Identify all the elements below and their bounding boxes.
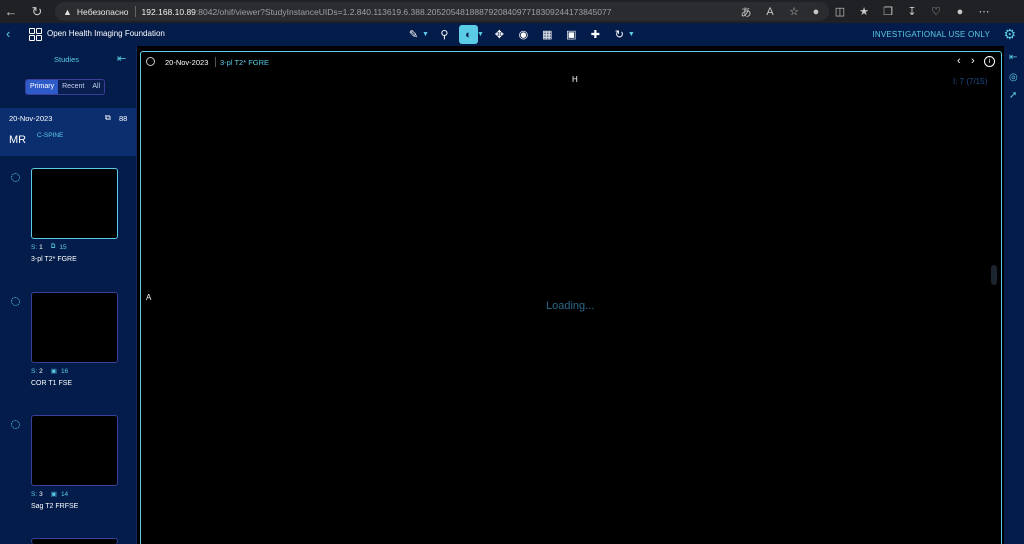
url-path: :8042/ohif/viewer?StudyInstanceUIDs=1.2.… — [195, 6, 612, 17]
tab-all[interactable]: All — [88, 80, 105, 94]
warning-icon[interactable]: ▲ — [63, 7, 72, 17]
window-level-icon[interactable]: ◐ — [458, 25, 478, 44]
investigational-label: INVESTIGATIONAL USE ONLY — [872, 30, 990, 39]
crosshair-icon[interactable]: ✚ — [586, 25, 605, 44]
chevron-down-icon[interactable]: ▼ — [628, 31, 635, 38]
series-s-label: S: — [31, 367, 38, 375]
downloads-icon[interactable]: ↧ — [900, 0, 924, 23]
study-item[interactable]: 20-Nov-2023 ⧉ 88 MR C-SPINE — [0, 108, 136, 156]
pan-move-icon[interactable]: ✥ — [490, 25, 509, 44]
viewport-series-description: 3-pl T2* FGRE — [220, 58, 270, 67]
favorite-star-icon[interactable]: ☆ — [782, 0, 806, 23]
address-separator — [134, 6, 136, 17]
study-description: C-SPINE — [37, 132, 64, 139]
viewport-date: 20-Nov-2023 — [165, 58, 209, 67]
series-thumbnail[interactable] — [31, 168, 118, 239]
series-number: 1 — [39, 243, 43, 251]
series-name: Sag T2 FRFSE — [31, 503, 79, 510]
orientation-marker-left: A — [146, 293, 152, 302]
series-thumbnail[interactable] — [31, 292, 118, 363]
viewer-toolbar: ✎ ▼ ⚲ ◐ ▼ ✥ ◉ ▦ ▣ ✚ ↻ ▼ — [404, 23, 641, 46]
app-header: ‹ Open Health Imaging Foundation ✎ ▼ ⚲ ◐… — [0, 23, 1024, 46]
series-instance-count: 16 — [60, 367, 69, 375]
series-instance-count: 14 — [60, 490, 69, 498]
studies-panel: Studies ⇤ Primary Recent All 20-Nov-2023… — [0, 46, 137, 544]
address-bar-actions: あ A ☆ — [734, 0, 806, 23]
loading-spinner-icon — [11, 173, 20, 182]
zoom-magnifier-icon[interactable]: ⚲ — [435, 25, 454, 44]
read-aloud-icon[interactable]: A — [758, 0, 782, 23]
right-panel-strip: ⇤ ◎ ➚ — [1004, 46, 1024, 544]
url-host: 192.168.10.89 — [141, 6, 196, 17]
loading-spinner-icon — [11, 297, 20, 306]
series-meta: S: 2 ▣ 16 — [31, 367, 69, 376]
brand-title: Open Health Imaging Foundation — [47, 29, 165, 38]
loading-spinner-icon — [11, 420, 20, 429]
viewport-status-icon — [146, 57, 155, 66]
collapse-left-icon[interactable]: ⇤ — [117, 52, 126, 65]
series-thumbnail[interactable] — [31, 415, 118, 486]
back-arrow-icon[interactable]: ← — [0, 0, 22, 23]
reload-icon[interactable]: ↻ — [26, 0, 48, 23]
series-s-label: S: — [31, 243, 38, 251]
annotate-pencil-icon[interactable]: ✎ — [404, 25, 423, 44]
series-meta: S: 1 ⧉ 15 — [31, 243, 67, 251]
volume-cube-icon: ▣ — [50, 491, 57, 498]
study-count: 88 — [119, 114, 128, 123]
measurement-icon[interactable]: ➚ — [1009, 90, 1017, 101]
instances-stack-icon: ⧉ — [105, 113, 111, 122]
collections-icon[interactable]: ❐ — [876, 0, 900, 23]
camera-capture-icon[interactable]: ◉ — [514, 25, 533, 44]
split-screen-icon[interactable]: ◫ — [828, 0, 852, 23]
expand-right-icon[interactable]: ⇤ — [1009, 52, 1017, 63]
series-name: COR T1 FSE — [31, 380, 73, 387]
loading-text: Loading... — [546, 300, 595, 312]
study-tabs: Primary Recent All — [25, 79, 106, 95]
orientation-marker-top: H — [572, 75, 578, 84]
gear-icon[interactable]: ⚙ — [1003, 26, 1016, 43]
avatar-icon[interactable]: ● — [948, 0, 972, 23]
series-number: 2 — [39, 367, 43, 375]
chevron-left-icon[interactable]: ‹ — [6, 26, 10, 41]
tab-recent[interactable]: Recent — [58, 80, 89, 94]
3d-cube-icon[interactable]: ▣ — [562, 25, 581, 44]
chevron-down-icon[interactable]: ▼ — [477, 31, 484, 38]
viewport-scrollbar[interactable] — [991, 265, 997, 285]
series-item[interactable]: S: 1 ⧉ 15 3-pl T2* FGRE — [0, 168, 137, 278]
study-modality: MR — [9, 134, 27, 146]
chevron-down-icon[interactable]: ▼ — [422, 31, 429, 38]
series-item[interactable]: S: 2 ▣ 16 COR T1 FSE — [0, 292, 137, 402]
chevron-left-icon[interactable]: ‹ — [957, 55, 961, 67]
series-meta: S: 3 ▣ 14 — [31, 490, 69, 499]
series-name: 3-pl T2* FGRE — [31, 256, 77, 263]
insecure-label[interactable]: Небезопасно — [77, 7, 129, 17]
tab-primary[interactable]: Primary — [26, 80, 59, 94]
translate-icon[interactable]: あ — [734, 0, 758, 23]
image-index: I: 7 (7/15) — [953, 77, 988, 86]
viewport-divider — [215, 57, 216, 67]
series-item[interactable]: S: 3 ▣ 14 Sag T2 FRFSE — [0, 415, 137, 525]
series-s-label: S: — [31, 490, 38, 498]
chevron-right-icon[interactable]: › — [971, 55, 975, 67]
layout-grid-icon[interactable]: ▦ — [538, 25, 557, 44]
reset-rotate-icon[interactable]: ↻ — [610, 25, 629, 44]
viewport[interactable]: 20-Nov-2023 3-pl T2* FGRE ‹ › i H A I: 7… — [140, 51, 1002, 544]
study-date: 20-Nov-2023 — [9, 114, 53, 123]
volume-cube-icon: ▣ — [50, 368, 57, 375]
ohif-logo-icon — [29, 28, 42, 41]
segmentation-icon[interactable]: ◎ — [1009, 72, 1018, 83]
more-menu-icon[interactable]: ⋯ — [972, 0, 996, 23]
performance-icon[interactable]: ♡ — [924, 0, 948, 23]
series-number: 3 — [39, 490, 43, 498]
instances-stack-icon: ⧉ — [50, 243, 56, 250]
address-bar[interactable]: ▲ Небезопасно 192.168.10.89 :8042/ohif/v… — [55, 2, 829, 21]
panel-title: Studies — [54, 55, 80, 64]
series-thumbnail[interactable] — [31, 538, 118, 544]
series-item[interactable] — [0, 538, 137, 544]
browser-toolbar: ● ◫ ★ ❐ ↧ ♡ ● ⋯ — [804, 0, 996, 23]
series-instance-count: 15 — [59, 243, 67, 251]
favorites-icon[interactable]: ★ — [852, 0, 876, 23]
info-icon[interactable]: i — [984, 56, 995, 67]
profile-dot-icon[interactable]: ● — [804, 0, 828, 23]
